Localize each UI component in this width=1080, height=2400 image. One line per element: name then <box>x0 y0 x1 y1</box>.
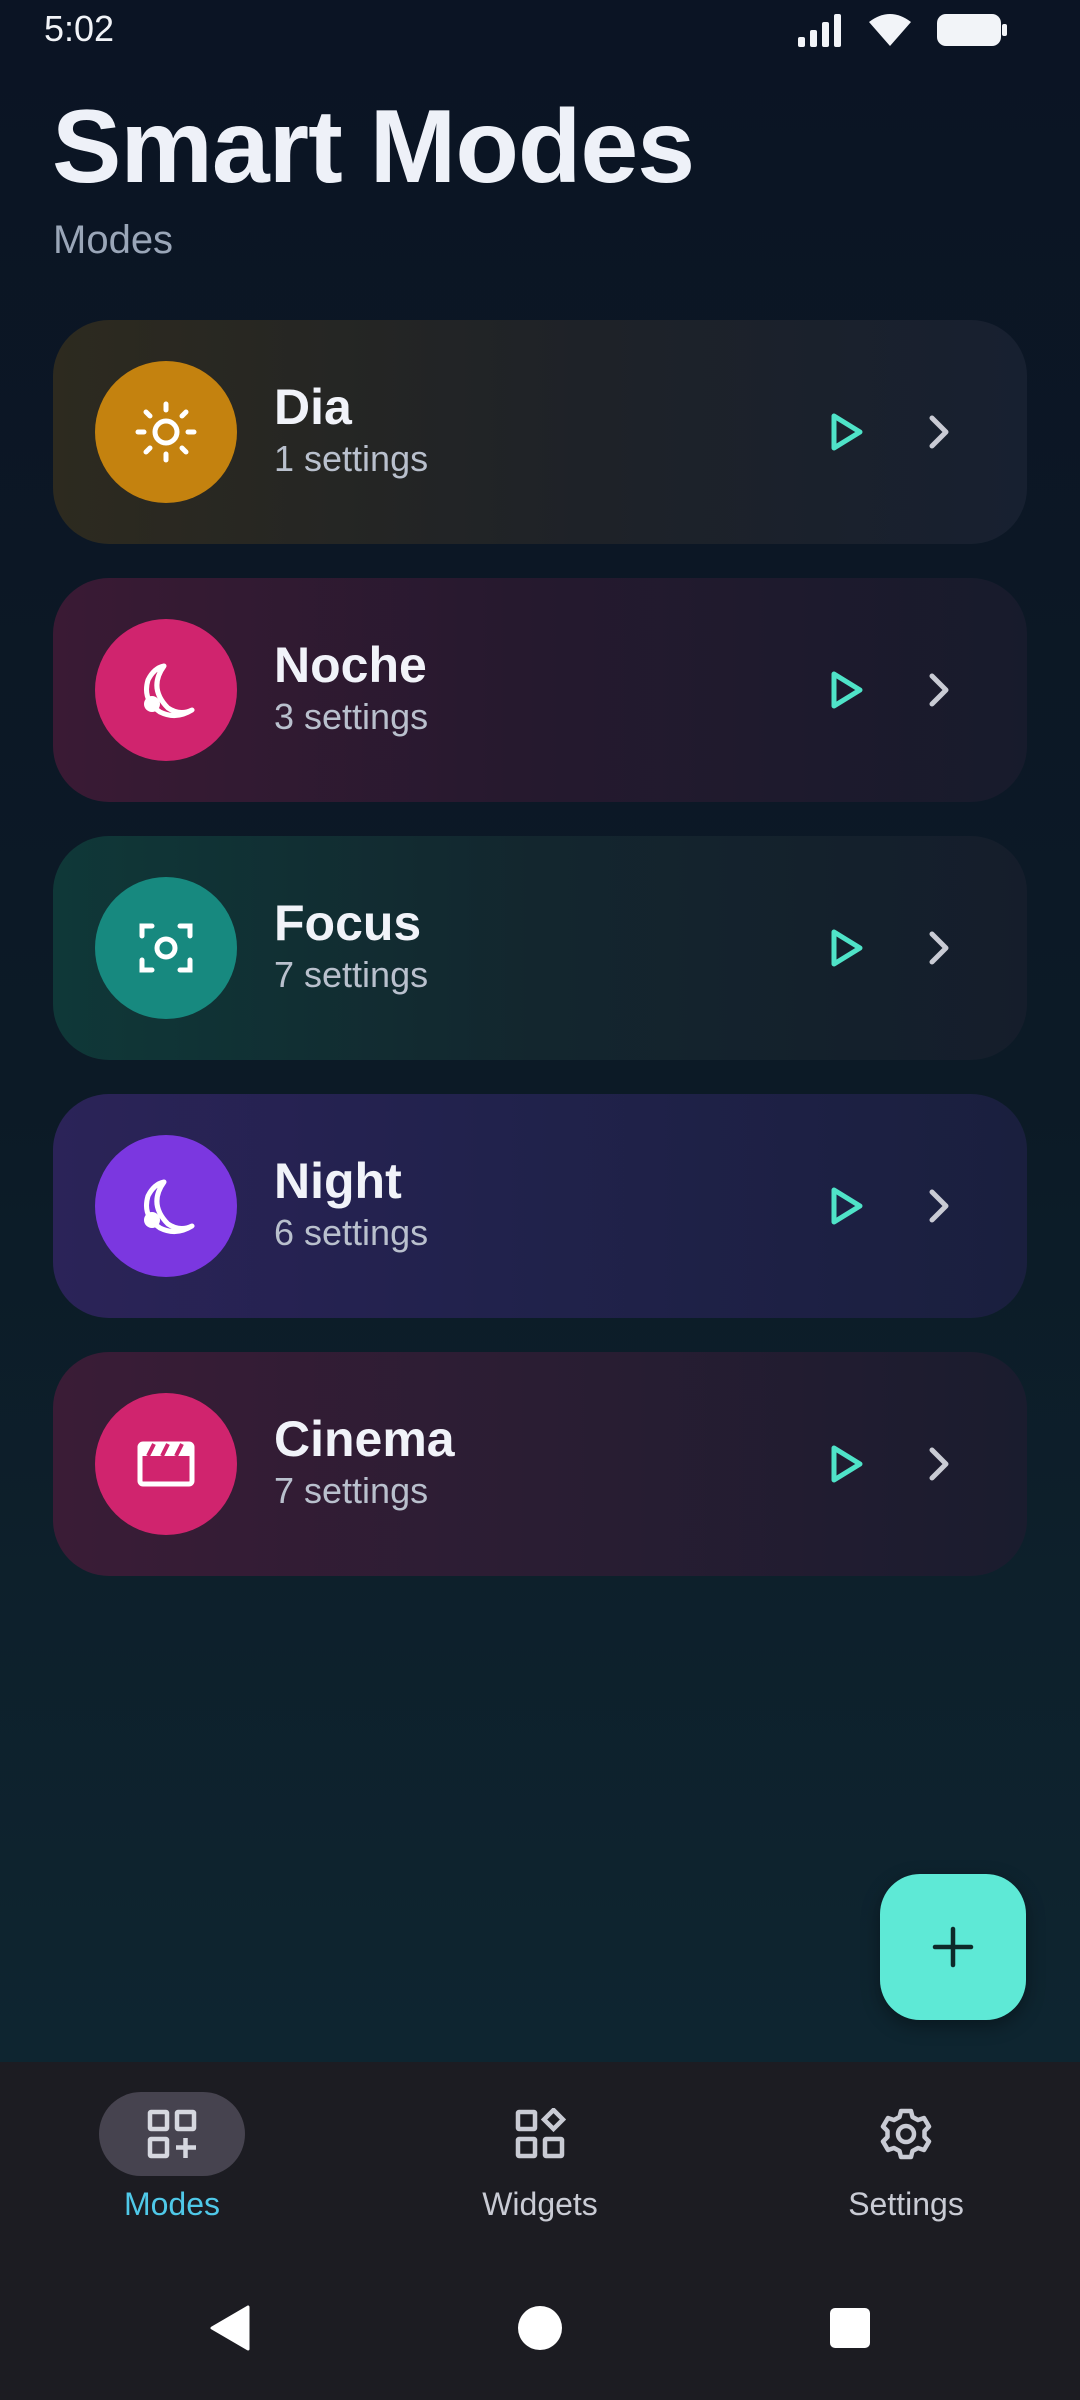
mode-card-cinema[interactable]: Cinema 7 settings <box>53 1352 1027 1576</box>
mode-card-focus[interactable]: Focus 7 settings <box>53 836 1027 1060</box>
open-mode-button[interactable] <box>909 1176 969 1236</box>
play-button[interactable] <box>817 1434 877 1494</box>
plus-icon <box>932 1926 974 1968</box>
chevron-right-icon <box>929 415 949 449</box>
play-icon <box>831 413 863 451</box>
bottom-navigation: Modes Widgets Settings <box>0 2062 1080 2262</box>
play-button[interactable] <box>817 918 877 978</box>
mode-card-dia[interactable]: Dia 1 settings <box>53 320 1027 544</box>
moon-icon <box>144 1179 195 1234</box>
chevron-right-icon <box>929 1447 949 1481</box>
recents-square-icon <box>830 2308 870 2348</box>
play-icon <box>831 929 863 967</box>
mode-name: Night <box>274 1153 402 1209</box>
mode-settings-count: 7 settings <box>274 1470 429 1511</box>
system-navigation-bar <box>0 2262 1080 2400</box>
chevron-right-icon <box>929 931 949 965</box>
open-mode-button[interactable] <box>909 918 969 978</box>
mode-settings-count: 7 settings <box>274 954 429 995</box>
wifi-icon <box>869 14 911 46</box>
system-home-button[interactable] <box>510 2298 570 2358</box>
gear-icon <box>880 2108 932 2160</box>
status-icons <box>796 12 1008 48</box>
nav-label: Widgets <box>482 2186 598 2222</box>
play-button[interactable] <box>817 1176 877 1236</box>
mode-icon-circle <box>95 877 237 1019</box>
mode-name: Noche <box>274 637 427 693</box>
play-button[interactable] <box>817 402 877 462</box>
mode-icon-circle <box>95 361 237 503</box>
nav-item-settings[interactable]: Settings <box>786 2092 1026 2223</box>
mode-icon-circle <box>95 619 237 761</box>
page-title: Smart Modes <box>52 89 695 205</box>
open-mode-button[interactable] <box>909 660 969 720</box>
mode-settings-count: 3 settings <box>274 696 429 737</box>
system-recents-button[interactable] <box>820 2298 880 2358</box>
mode-icon-circle <box>95 1135 237 1277</box>
status-bar: 5:02 <box>0 0 1080 60</box>
clapper-icon <box>137 1441 195 1487</box>
nav-label: Settings <box>848 2186 964 2222</box>
open-mode-button[interactable] <box>909 402 969 462</box>
chevron-right-icon <box>929 1189 949 1223</box>
chevron-right-icon <box>929 673 949 707</box>
mode-name: Dia <box>274 379 352 435</box>
sun-icon <box>135 401 197 463</box>
mode-card-noche[interactable]: Noche 3 settings <box>53 578 1027 802</box>
moon-icon <box>144 663 195 718</box>
system-back-button[interactable] <box>200 2298 260 2358</box>
nav-item-widgets[interactable]: Widgets <box>420 2092 660 2223</box>
mode-name: Cinema <box>274 1411 455 1467</box>
signal-icon <box>798 14 841 47</box>
mode-icon-circle <box>95 1393 237 1535</box>
back-triangle-icon <box>210 2305 250 2351</box>
mode-list: Dia 1 settings Noche 3 settings Focus 7 … <box>53 320 1027 1610</box>
mode-settings-count: 6 settings <box>274 1212 429 1253</box>
modes-grid-icon <box>147 2109 197 2159</box>
mode-settings-count: 1 settings <box>274 438 429 479</box>
add-mode-button[interactable] <box>880 1874 1026 2020</box>
mode-name: Focus <box>274 895 422 951</box>
widgets-icon <box>515 2108 566 2159</box>
play-icon <box>831 671 863 709</box>
status-time: 5:02 <box>44 8 115 49</box>
battery-icon <box>937 14 1007 46</box>
focus-icon <box>139 923 193 973</box>
nav-item-modes[interactable]: Modes <box>52 2092 292 2223</box>
open-mode-button[interactable] <box>909 1434 969 1494</box>
play-button[interactable] <box>817 660 877 720</box>
nav-label: Modes <box>123 2186 221 2222</box>
play-icon <box>831 1445 863 1483</box>
play-icon <box>831 1187 863 1225</box>
home-circle-icon <box>518 2306 562 2350</box>
mode-card-night[interactable]: Night 6 settings <box>53 1094 1027 1318</box>
section-subtitle: Modes <box>53 218 174 262</box>
